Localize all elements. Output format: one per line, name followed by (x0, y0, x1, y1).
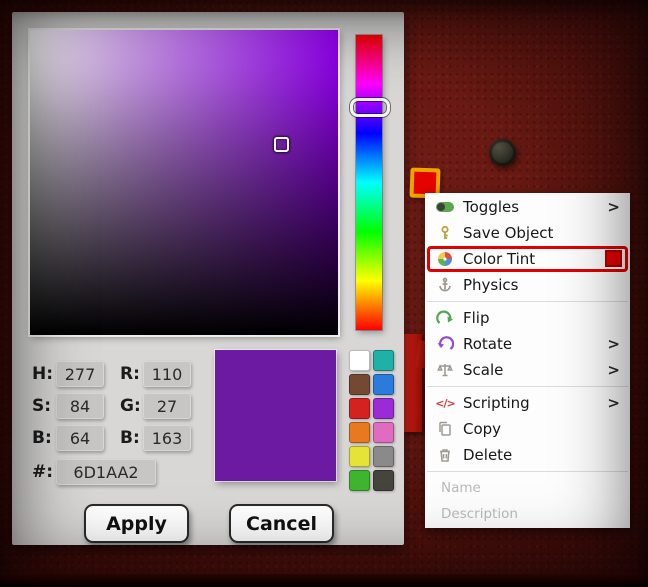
palette-swatch[interactable] (373, 422, 394, 443)
g-field[interactable]: 27 (143, 393, 191, 419)
toggle-icon (433, 198, 457, 216)
menu-item-label: Flip (463, 309, 490, 327)
palette-icon (433, 250, 457, 268)
object-context-menu: Toggles > Save Object Color Tint Physics (425, 193, 630, 528)
tabletop-scene: H: 277 S: 84 B: 64 R: 110 G: 27 B: 163 #… (0, 0, 648, 587)
palette-swatch[interactable] (349, 374, 370, 395)
menu-item-delete[interactable]: Delete (425, 442, 630, 468)
flip-icon (433, 309, 457, 327)
key-icon (433, 224, 457, 242)
menu-item-toggles[interactable]: Toggles > (425, 194, 630, 220)
menu-separator (427, 471, 628, 472)
menu-item-label: Copy (463, 420, 502, 438)
menu-item-label: Physics (463, 276, 519, 294)
saturation-value-picker[interactable] (30, 30, 338, 335)
menu-item-label: Save Object (463, 224, 554, 242)
scale-icon (433, 361, 457, 379)
hex-field[interactable]: 6D1AA2 (56, 459, 156, 485)
menu-item-label: Rotate (463, 335, 513, 353)
palette-swatch[interactable] (349, 470, 370, 491)
table-edge (0, 574, 648, 587)
submenu-arrow-icon: > (607, 394, 620, 412)
palette-swatch[interactable] (373, 470, 394, 491)
b-hsb-field[interactable]: 64 (56, 425, 104, 451)
submenu-arrow-icon: > (607, 198, 620, 216)
rotate-icon (433, 335, 457, 353)
scripting-icon: </> (435, 396, 455, 410)
h-label: H: (32, 364, 54, 384)
hex-label: #: (32, 462, 54, 482)
submenu-arrow-icon: > (607, 361, 620, 379)
menu-item-scripting[interactable]: </> Scripting > (425, 390, 630, 416)
apply-button[interactable]: Apply (84, 504, 189, 543)
menu-item-label: Delete (463, 446, 513, 464)
palette-swatch[interactable] (373, 446, 394, 467)
current-tint-swatch (605, 250, 622, 267)
menu-item-save-object[interactable]: Save Object (425, 220, 630, 246)
menu-item-label: Color Tint (463, 250, 536, 268)
color-preview (215, 350, 336, 481)
r-field[interactable]: 110 (143, 361, 191, 387)
r-label: R: (120, 364, 140, 384)
g-label: G: (120, 396, 141, 416)
palette-swatch[interactable] (373, 350, 394, 371)
s-label: S: (32, 396, 52, 416)
palette-swatch[interactable] (373, 374, 394, 395)
menu-item-label: Toggles (463, 198, 520, 216)
s-field[interactable]: 84 (56, 393, 104, 419)
menu-item-description[interactable]: Description (425, 501, 630, 527)
menu-item-name[interactable]: Name (425, 475, 630, 501)
hue-slider-handle[interactable] (350, 98, 390, 117)
menu-item-label: Scripting (463, 394, 530, 412)
menu-item-rotate[interactable]: Rotate > (425, 331, 630, 357)
copy-icon (433, 420, 457, 438)
sv-cursor-handle[interactable] (274, 137, 289, 152)
menu-separator (427, 301, 628, 302)
menu-item-label: Name (441, 480, 481, 496)
palette-swatch[interactable] (373, 398, 394, 419)
palette-swatch[interactable] (349, 398, 370, 419)
menu-item-scale[interactable]: Scale > (425, 357, 630, 383)
menu-separator (427, 386, 628, 387)
round-token-object[interactable] (489, 139, 516, 166)
trash-icon (433, 446, 457, 464)
menu-item-color-tint[interactable]: Color Tint (425, 246, 630, 272)
anchor-icon (433, 276, 457, 294)
b-rgb-field[interactable]: 163 (143, 425, 191, 451)
menu-item-flip[interactable]: Flip (425, 305, 630, 331)
b-hsb-label: B: (32, 428, 52, 448)
b-rgb-label: B: (120, 428, 140, 448)
hue-slider[interactable] (350, 35, 390, 330)
submenu-arrow-icon: > (607, 335, 620, 353)
h-field[interactable]: 277 (56, 361, 104, 387)
palette-swatch[interactable] (349, 422, 370, 443)
palette-swatch[interactable] (349, 446, 370, 467)
menu-item-label: Scale (463, 361, 504, 379)
menu-item-physics[interactable]: Physics (425, 272, 630, 298)
cancel-button[interactable]: Cancel (229, 504, 334, 543)
preset-palette (349, 350, 394, 491)
palette-swatch[interactable] (349, 350, 370, 371)
color-tint-panel: H: 277 S: 84 B: 64 R: 110 G: 27 B: 163 #… (12, 12, 404, 545)
menu-item-copy[interactable]: Copy (425, 416, 630, 442)
menu-item-label: Description (441, 506, 518, 522)
